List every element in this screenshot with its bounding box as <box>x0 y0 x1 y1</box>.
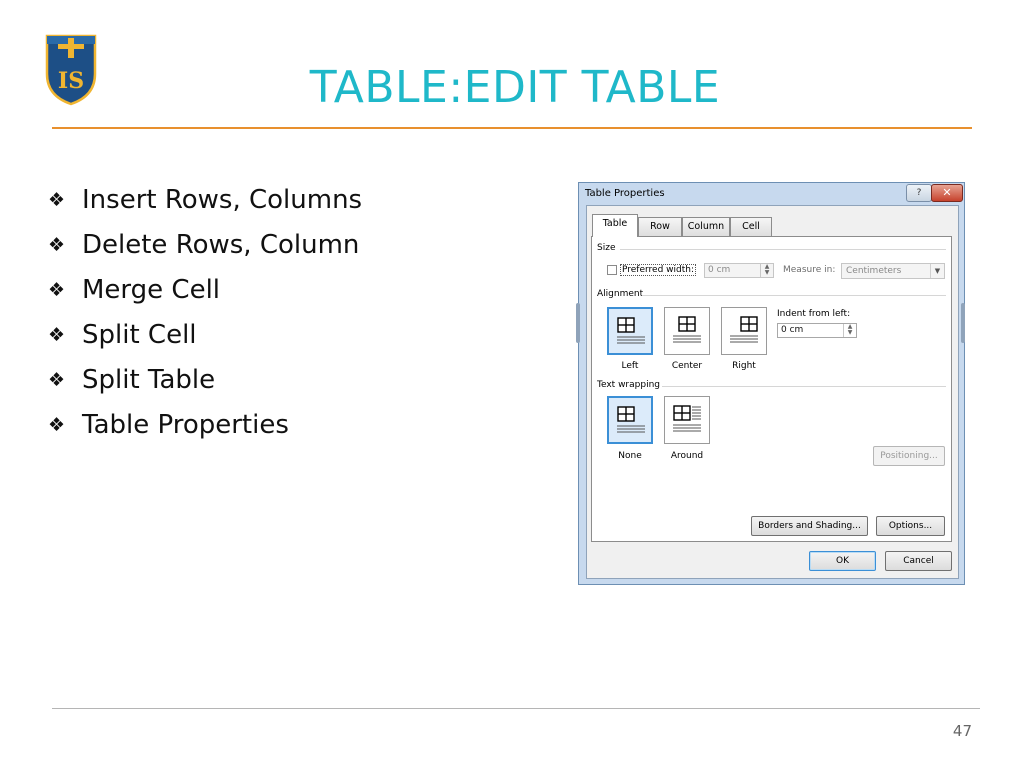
chevron-down-icon: ▼ <box>930 264 944 278</box>
section-divider <box>642 295 946 296</box>
help-button[interactable]: ? <box>906 184 932 202</box>
list-item: ❖ Insert Rows, Columns <box>48 178 362 223</box>
bullet-text: Split Cell <box>82 320 197 350</box>
bullet-text: Merge Cell <box>82 275 221 305</box>
dialog-frame-edge <box>576 303 580 343</box>
wrap-none-label: None <box>618 451 642 461</box>
preferred-width-checkbox[interactable] <box>607 265 617 275</box>
preferred-width-input[interactable]: 0 cm ▲ ▼ <box>704 263 774 278</box>
bullet-diamond-icon: ❖ <box>48 414 66 436</box>
table-properties-dialog: Table Properties ? ✕ Table Row Column Ce… <box>576 182 965 585</box>
wrap-around-option[interactable] <box>664 396 710 444</box>
list-item: ❖ Merge Cell <box>48 268 362 313</box>
align-right-label: Right <box>732 361 756 371</box>
bullet-diamond-icon: ❖ <box>48 189 66 211</box>
tab-cell[interactable]: Cell <box>730 217 772 236</box>
measure-in-label: Measure in: <box>783 265 836 275</box>
indent-from-left-input[interactable]: 0 cm ▲ ▼ <box>777 323 857 338</box>
align-center-option[interactable] <box>664 307 710 355</box>
bullet-text: Split Table <box>82 365 216 395</box>
borders-and-shading-button[interactable]: Borders and Shading... <box>751 516 868 536</box>
title-divider <box>52 127 972 129</box>
tab-table[interactable]: Table <box>592 214 638 237</box>
wrap-around-icon <box>673 405 701 432</box>
wrap-none-option[interactable] <box>607 396 653 444</box>
bullet-diamond-icon: ❖ <box>48 324 66 346</box>
section-divider <box>662 386 946 387</box>
align-center-icon <box>673 316 701 343</box>
wrap-around-label: Around <box>670 451 704 461</box>
bullet-text: Table Properties <box>82 410 289 440</box>
bullet-diamond-icon: ❖ <box>48 234 66 256</box>
text-wrapping-section-label: Text wrapping <box>597 380 660 390</box>
dialog-body: Table Row Column Cell Size Preferred wid… <box>586 205 959 579</box>
ok-button[interactable]: OK <box>809 551 876 571</box>
spinner-arrows-icon[interactable]: ▲ ▼ <box>760 264 773 277</box>
preferred-width-value: 0 cm <box>708 265 731 275</box>
size-section-label: Size <box>597 243 616 253</box>
bullet-diamond-icon: ❖ <box>48 369 66 391</box>
page-number: 47 <box>952 722 972 740</box>
footer-divider <box>52 708 980 709</box>
table-tab-panel: Size Preferred width: 0 cm ▲ ▼ Measure in… <box>591 236 952 542</box>
list-item: ❖ Delete Rows, Column <box>48 223 362 268</box>
list-item: ❖ Table Properties <box>48 403 362 448</box>
measure-in-select[interactable]: Centimeters ▼ <box>841 263 945 279</box>
bullet-text: Delete Rows, Column <box>82 230 360 260</box>
dialog-frame-edge <box>961 303 965 343</box>
align-right-option[interactable] <box>721 307 767 355</box>
alignment-section-label: Alignment <box>597 289 644 299</box>
wrap-none-icon <box>617 406 645 433</box>
align-left-option[interactable] <box>607 307 653 355</box>
cancel-button[interactable]: Cancel <box>885 551 952 571</box>
measure-in-value: Centimeters <box>846 266 902 276</box>
bullet-text: Insert Rows, Columns <box>82 185 363 215</box>
align-left-label: Left <box>621 361 639 371</box>
list-item: ❖ Split Cell <box>48 313 362 358</box>
positioning-button[interactable]: Positioning... <box>873 446 945 466</box>
dialog-title: Table Properties <box>585 188 665 199</box>
options-button[interactable]: Options... <box>876 516 945 536</box>
close-button[interactable]: ✕ <box>931 184 963 202</box>
bullet-diamond-icon: ❖ <box>48 279 66 301</box>
spinner-arrows-icon[interactable]: ▲ ▼ <box>843 324 856 337</box>
indent-from-left-label: Indent from left: <box>777 309 851 319</box>
slide-title: TABLE:EDIT TABLE <box>309 62 721 113</box>
align-left-icon <box>617 317 645 344</box>
bullet-list: ❖ Insert Rows, Columns ❖ Delete Rows, Colu… <box>48 178 362 448</box>
align-center-label: Center <box>671 361 703 371</box>
tab-row[interactable]: Row <box>638 217 682 236</box>
section-divider <box>620 249 946 250</box>
list-item: ❖ Split Table <box>48 358 362 403</box>
indent-from-left-value: 0 cm <box>781 325 804 335</box>
tab-column[interactable]: Column <box>682 217 730 236</box>
preferred-width-label: Preferred width: <box>620 264 697 276</box>
align-right-icon <box>730 316 758 343</box>
